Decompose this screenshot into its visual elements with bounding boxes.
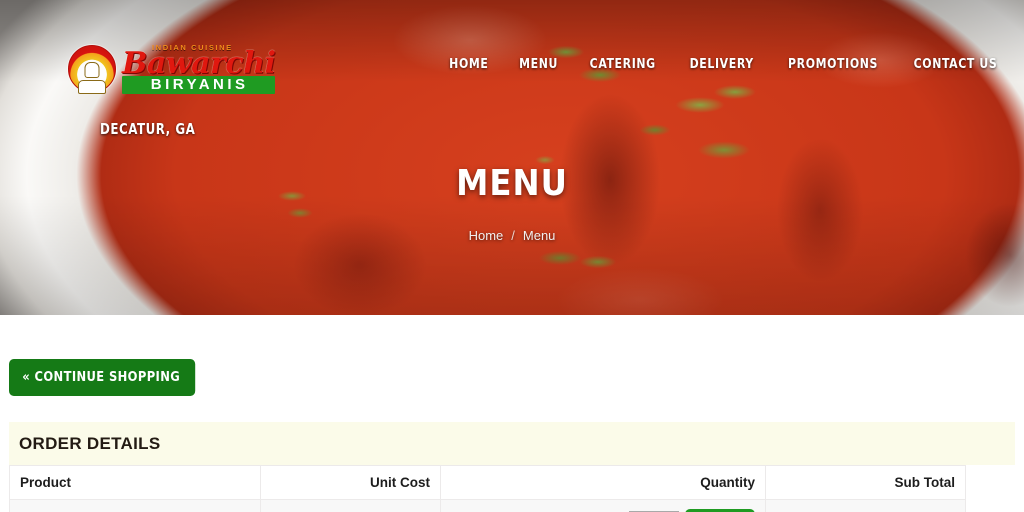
page-title: MENU: [456, 163, 568, 204]
page-content: « CONTINUE SHOPPING ORDER DETAILS Produc…: [0, 315, 1024, 512]
logo-wordmark: INDIAN CUISINE Bawarchi BIRYANIS: [122, 44, 276, 94]
nav-item-catering[interactable]: CATERING: [590, 56, 656, 72]
chef-seal-icon: [68, 44, 116, 93]
cell-product-name: Sambar Soup: [9, 499, 261, 512]
nav-item-delivery[interactable]: DELIVERY: [689, 56, 753, 72]
main-navigation: HOME MENU CATERING DELIVERY PROMOTIONS C…: [447, 56, 1002, 72]
breadcrumb-current: Menu: [522, 228, 556, 243]
table-header: Product Unit Cost Quantity Sub Total: [9, 465, 966, 500]
nav-item-home[interactable]: HOME: [449, 56, 488, 72]
order-details-table: Product Unit Cost Quantity Sub Total Sam…: [9, 465, 966, 512]
column-header-product: Product: [9, 465, 261, 500]
nav-item-menu[interactable]: MENU: [519, 56, 558, 72]
cell-unit-cost: $2.99: [260, 499, 441, 512]
breadcrumb-home[interactable]: Home: [469, 228, 504, 243]
table-row: Sambar Soup $2.99 UPDATE Remove $2.99: [9, 499, 966, 512]
hero-banner: INDIAN CUISINE Bawarchi BIRYANIS DECATUR…: [0, 0, 1024, 315]
order-details-heading: ORDER DETAILS: [9, 422, 1015, 465]
cell-sub-total: $2.99: [765, 499, 966, 512]
column-header-sub-total: Sub Total: [765, 465, 966, 500]
breadcrumb: Home / Menu: [0, 228, 1024, 243]
cell-quantity: UPDATE Remove: [440, 499, 766, 512]
breadcrumb-separator: /: [511, 228, 515, 243]
column-header-quantity: Quantity: [440, 465, 766, 500]
table-body: Sambar Soup $2.99 UPDATE Remove $2.99: [9, 499, 966, 512]
nav-item-promotions[interactable]: PROMOTIONS: [788, 56, 878, 72]
logo-biryanis-badge: BIRYANIS: [122, 75, 276, 94]
column-header-unit-cost: Unit Cost: [260, 465, 441, 500]
logo-brand-name: Bawarchi: [122, 45, 276, 81]
site-logo[interactable]: INDIAN CUISINE Bawarchi BIRYANIS: [68, 44, 276, 94]
continue-shopping-button[interactable]: « CONTINUE SHOPPING: [9, 359, 196, 396]
table-header-row: Product Unit Cost Quantity Sub Total: [9, 465, 966, 500]
logo-city-label: DECATUR, GA: [100, 120, 196, 138]
nav-item-contact-us[interactable]: CONTACT US: [914, 56, 998, 72]
